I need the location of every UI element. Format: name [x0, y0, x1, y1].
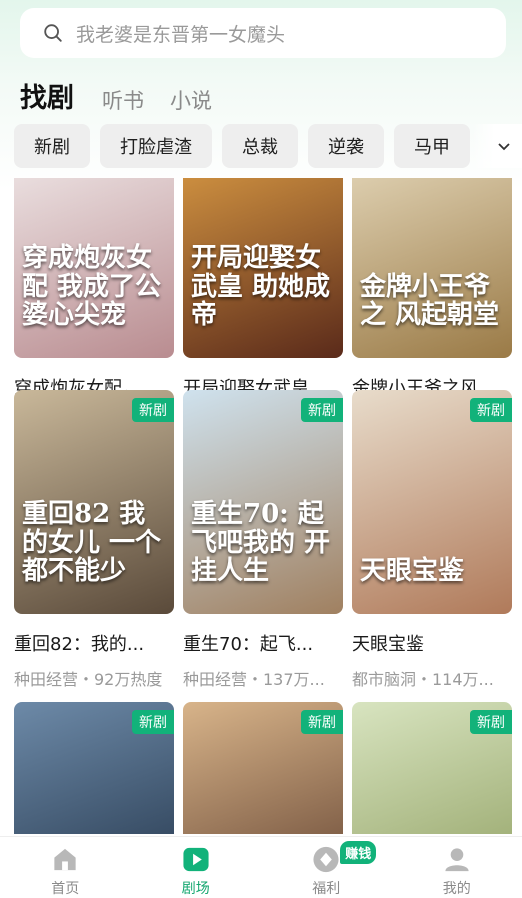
poster-title-art: 开局迎娶女武皇 助她成帝 — [191, 243, 331, 331]
search-icon — [44, 24, 62, 42]
poster-title-art: 穿成炮灰女配 我成了公婆心尖宠 — [22, 243, 162, 331]
drama-poster: 八岁机长新剧 — [14, 702, 174, 834]
play-icon — [183, 847, 209, 872]
search-placeholder: 我老婆是东晋第一女魔头 — [76, 23, 286, 46]
poster-title-art: 天眼宝鉴 — [360, 556, 465, 587]
chips-expand-button[interactable] — [472, 124, 522, 168]
nav-profile-label: 我的 — [442, 881, 471, 897]
nav-rewards-label: 福利 — [312, 881, 341, 897]
chip-ceo[interactable]: 总裁 — [222, 124, 298, 168]
drama-poster: 重回82 我的女儿 一个都不能少 新剧 — [14, 390, 174, 614]
drama-poster: 开局迎娶女武皇 助她成帝 — [183, 178, 343, 358]
drama-meta: 都市脑洞・114万... — [352, 670, 494, 689]
tab-novels[interactable]: 小说 — [170, 85, 212, 115]
drama-poster: 新剧 — [183, 702, 343, 834]
chip-comeback[interactable]: 逆袭 — [308, 124, 384, 168]
drama-poster: 新剧 — [352, 702, 512, 834]
poster-title-art: 金牌小王爷之 风起朝堂 — [360, 271, 500, 331]
nav-theater-label: 剧场 — [181, 881, 210, 897]
chevron-down-icon — [498, 143, 510, 151]
drama-poster: 重生70: 起飞吧我的 开挂人生 新剧 — [183, 390, 343, 614]
new-badge: 新剧 — [470, 710, 512, 734]
drama-card[interactable]: 新剧 — [352, 702, 512, 834]
content-tabs: 找剧 听书 小说 — [20, 76, 238, 115]
drama-title: 重回82：我的... — [14, 634, 145, 655]
person-icon — [445, 848, 469, 872]
bottom-navigation: 首页 剧场 赚钱 福利 我的 — [0, 836, 522, 898]
chip-new[interactable]: 新剧 — [14, 124, 90, 168]
nav-home-label: 首页 — [51, 881, 80, 897]
tab-audiobooks[interactable]: 听书 — [102, 85, 144, 115]
category-chips: 新剧 打脸虐渣 总裁 逆袭 马甲 — [14, 124, 522, 168]
drama-card[interactable]: 天眼宝鉴 新剧天眼宝鉴都市脑洞・114万... — [352, 390, 512, 690]
drama-card[interactable]: 新剧 — [183, 702, 343, 834]
earn-badge: 赚钱 — [340, 841, 377, 864]
drama-card[interactable]: 重生70: 起飞吧我的 开挂人生 新剧重生70：起飞... 种田经营・137万... — [183, 390, 343, 690]
drama-title: 天眼宝鉴 — [352, 634, 424, 655]
drama-card[interactable]: 重回82 我的女儿 一个都不能少 新剧重回82：我的... 种田经营・92万热度 — [14, 390, 174, 690]
nav-home[interactable]: 首页 — [0, 837, 131, 898]
poster-title-art: 重回82 我的女儿 一个都不能少 — [22, 499, 162, 587]
home-icon — [54, 848, 76, 871]
drama-meta: 种田经营・92万热度 — [14, 670, 163, 689]
search-bar[interactable]: 我老婆是东晋第一女魔头 — [20, 8, 506, 58]
new-badge: 新剧 — [132, 710, 174, 734]
nav-theater[interactable]: 剧场 — [131, 837, 262, 898]
new-badge: 新剧 — [301, 710, 343, 734]
nav-rewards[interactable]: 赚钱 福利 — [261, 837, 392, 898]
drama-poster: 金牌小王爷之 风起朝堂 — [352, 178, 512, 358]
drama-poster: 天眼宝鉴 新剧 — [352, 390, 512, 614]
drama-meta: 种田经营・137万... — [183, 670, 325, 689]
new-badge: 新剧 — [132, 398, 174, 422]
coin-icon — [313, 846, 339, 873]
drama-title: 重生70：起飞... — [183, 634, 314, 655]
tab-dramas[interactable]: 找剧 — [20, 76, 74, 115]
nav-profile[interactable]: 我的 — [392, 837, 522, 898]
drama-poster: 穿成炮灰女配 我成了公婆心尖宠 — [14, 178, 174, 358]
drama-card[interactable]: 八岁机长新剧 — [14, 702, 174, 834]
new-badge: 新剧 — [470, 398, 512, 422]
new-badge: 新剧 — [301, 398, 343, 422]
poster-title-art: 重生70: 起飞吧我的 开挂人生 — [191, 499, 331, 587]
chip-face-slap[interactable]: 打脸虐渣 — [100, 124, 212, 168]
chip-disguise[interactable]: 马甲 — [394, 124, 470, 168]
drama-grid: 穿成炮灰女配 我成了公婆心尖宠穿成炮灰女配，...都市情感・151万...开局迎… — [14, 178, 514, 834]
